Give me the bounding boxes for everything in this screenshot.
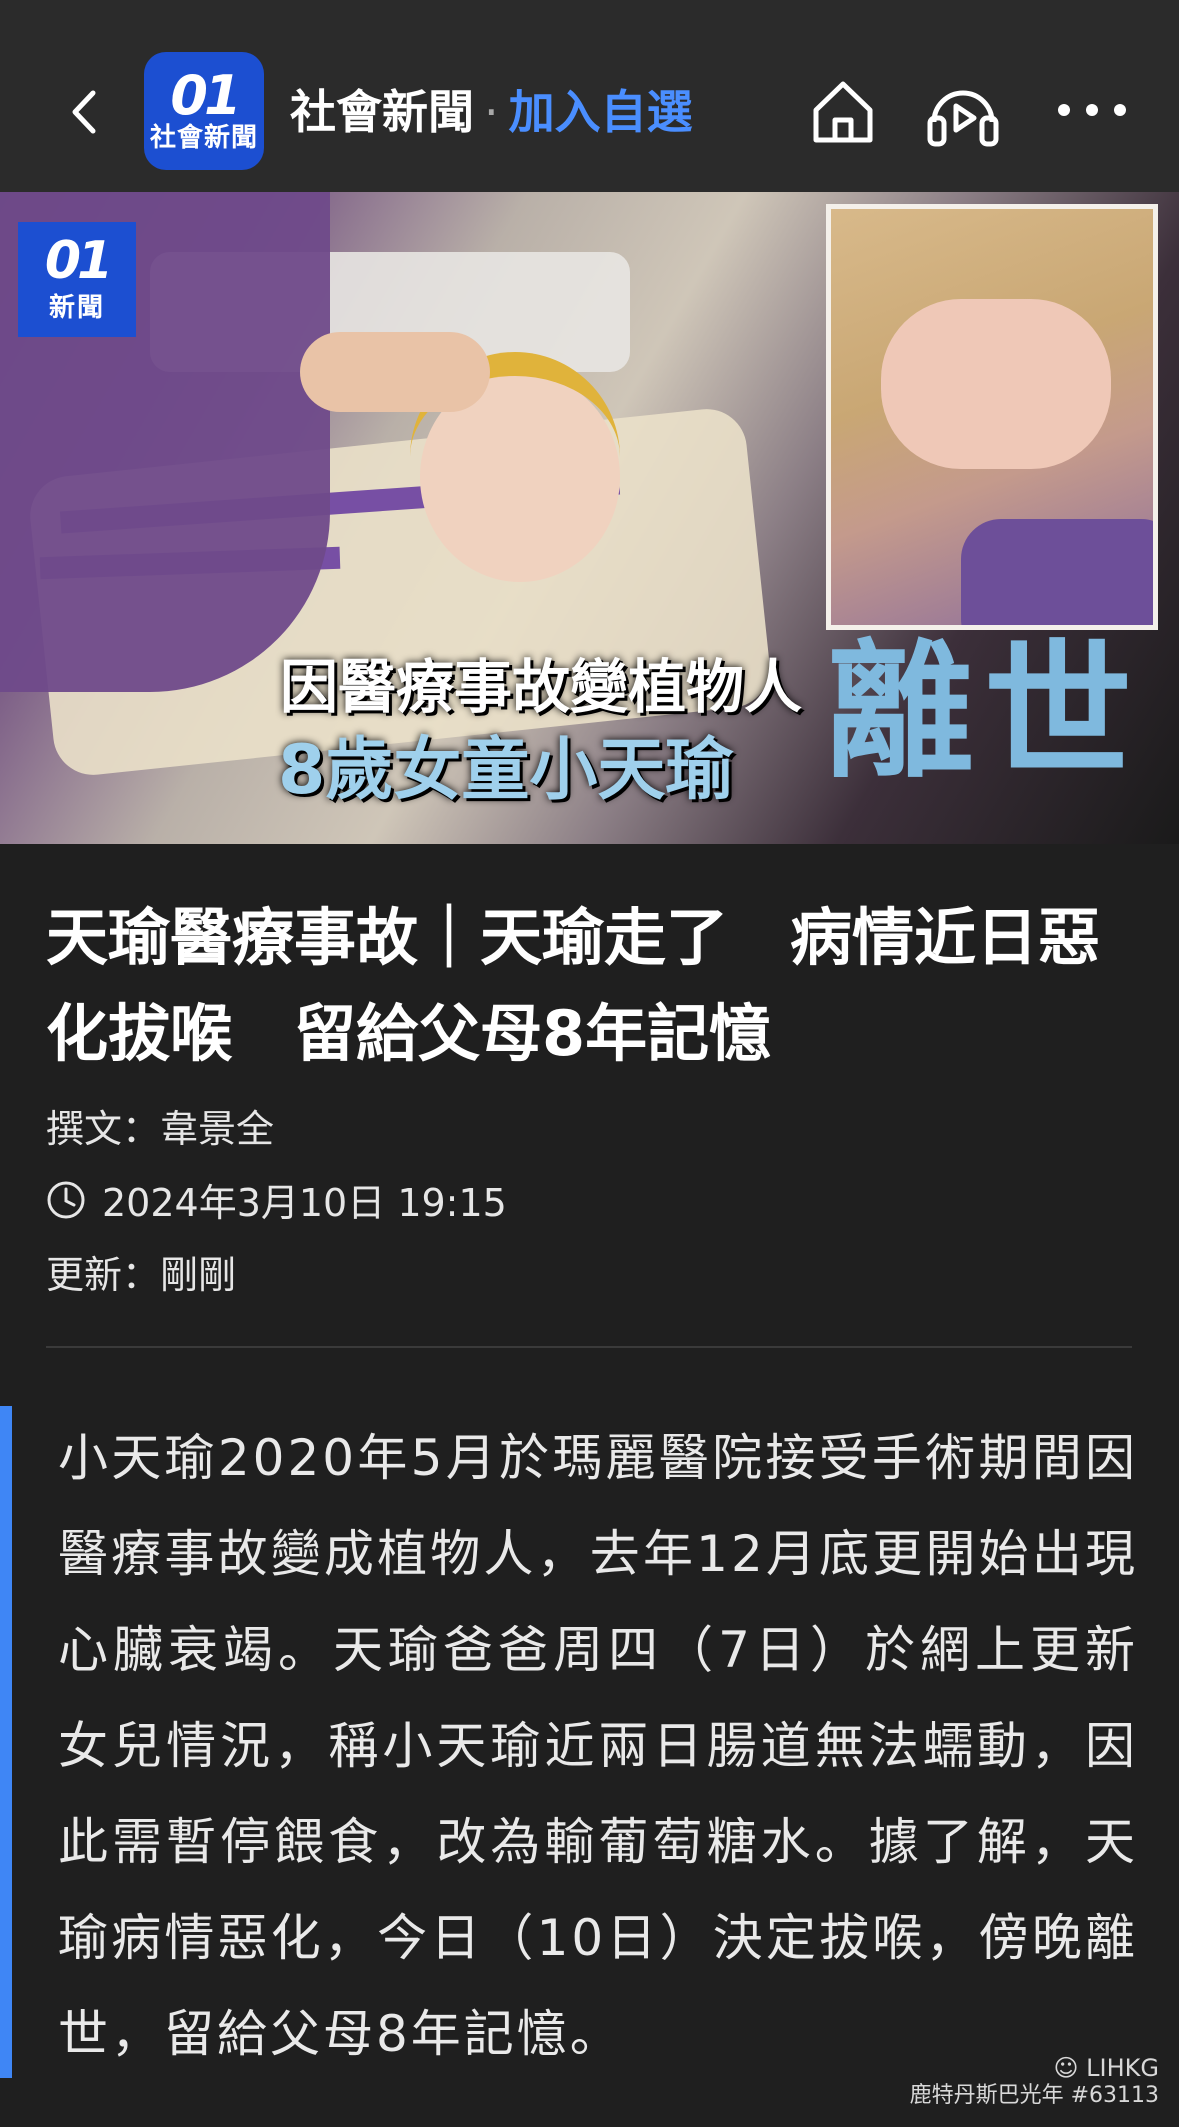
inset-photo-hands <box>826 204 1158 630</box>
smiley-icon: ☺ <box>1053 2054 1079 2082</box>
hero-caption-line1: 因醫療事故變植物人 <box>280 653 803 721</box>
channel-logo[interactable]: 01 社會新聞 <box>144 52 264 170</box>
holding-hands <box>881 299 1111 469</box>
quote-bar <box>0 1406 12 2078</box>
badge-text: 新聞 <box>48 293 105 323</box>
logo-text: 社會新聞 <box>149 123 258 153</box>
caregiver-hand <box>300 332 490 412</box>
home-icon <box>813 81 873 143</box>
back-button[interactable] <box>58 82 110 142</box>
badge-number: 01 <box>44 231 113 291</box>
article-body: 小天瑜2020年5月於瑪麗醫院接受手術期間因醫療事故變成植物人，去年12月底更開… <box>58 1429 1138 2063</box>
channel-name[interactable]: 社會新聞 <box>290 85 474 139</box>
more-button[interactable] <box>1052 80 1132 140</box>
hero-caption-big: 離世 <box>826 626 1142 798</box>
watermark-brand: LIHKG <box>1086 2054 1159 2082</box>
watermark-brand-row: ☺ LIHKG <box>910 2054 1159 2082</box>
home-button[interactable] <box>808 76 878 146</box>
follow-button[interactable]: 加入自選 <box>509 85 693 139</box>
article-updated: 更新：剛剛 <box>46 1253 237 1297</box>
watermark-user: 鹿特丹斯巴光年 #63113 <box>909 2083 1159 2108</box>
separator: · <box>484 85 499 139</box>
top-bar: 01 社會新聞 社會新聞 · 加入自選 <box>0 0 1179 192</box>
clock-icon <box>47 1181 85 1218</box>
hero-image[interactable]: 01 新聞 因醫療事故變植物人 8歲女童小天瑜 離世 <box>0 192 1179 844</box>
logo-number: 01 <box>170 64 241 127</box>
audio-play-icon <box>927 90 999 147</box>
article-timestamp: 2024年3月10日 19:15 <box>46 1172 507 1227</box>
channel-title: 社會新聞 · 加入自選 <box>290 82 693 142</box>
more-icon <box>1058 104 1126 116</box>
article-headline: 天瑜醫療事故｜天瑜走了 病情近日惡化拔喉 留給父母8年記憶 <box>46 901 1101 1070</box>
divider <box>46 1346 1132 1348</box>
published-time: 2024年3月10日 19:15 <box>102 1181 507 1225</box>
news-badge: 01 新聞 <box>18 222 136 337</box>
purple-sleeve <box>961 519 1153 625</box>
watermark: ☺ LIHKG 鹿特丹斯巴光年 #63113 <box>910 2054 1159 2110</box>
audio-button[interactable] <box>926 76 999 147</box>
hero-caption-line2: 8歲女童小天瑜 <box>278 731 734 810</box>
back-icon <box>72 90 96 134</box>
article-author: 撰文：韋景全 <box>46 1107 275 1151</box>
